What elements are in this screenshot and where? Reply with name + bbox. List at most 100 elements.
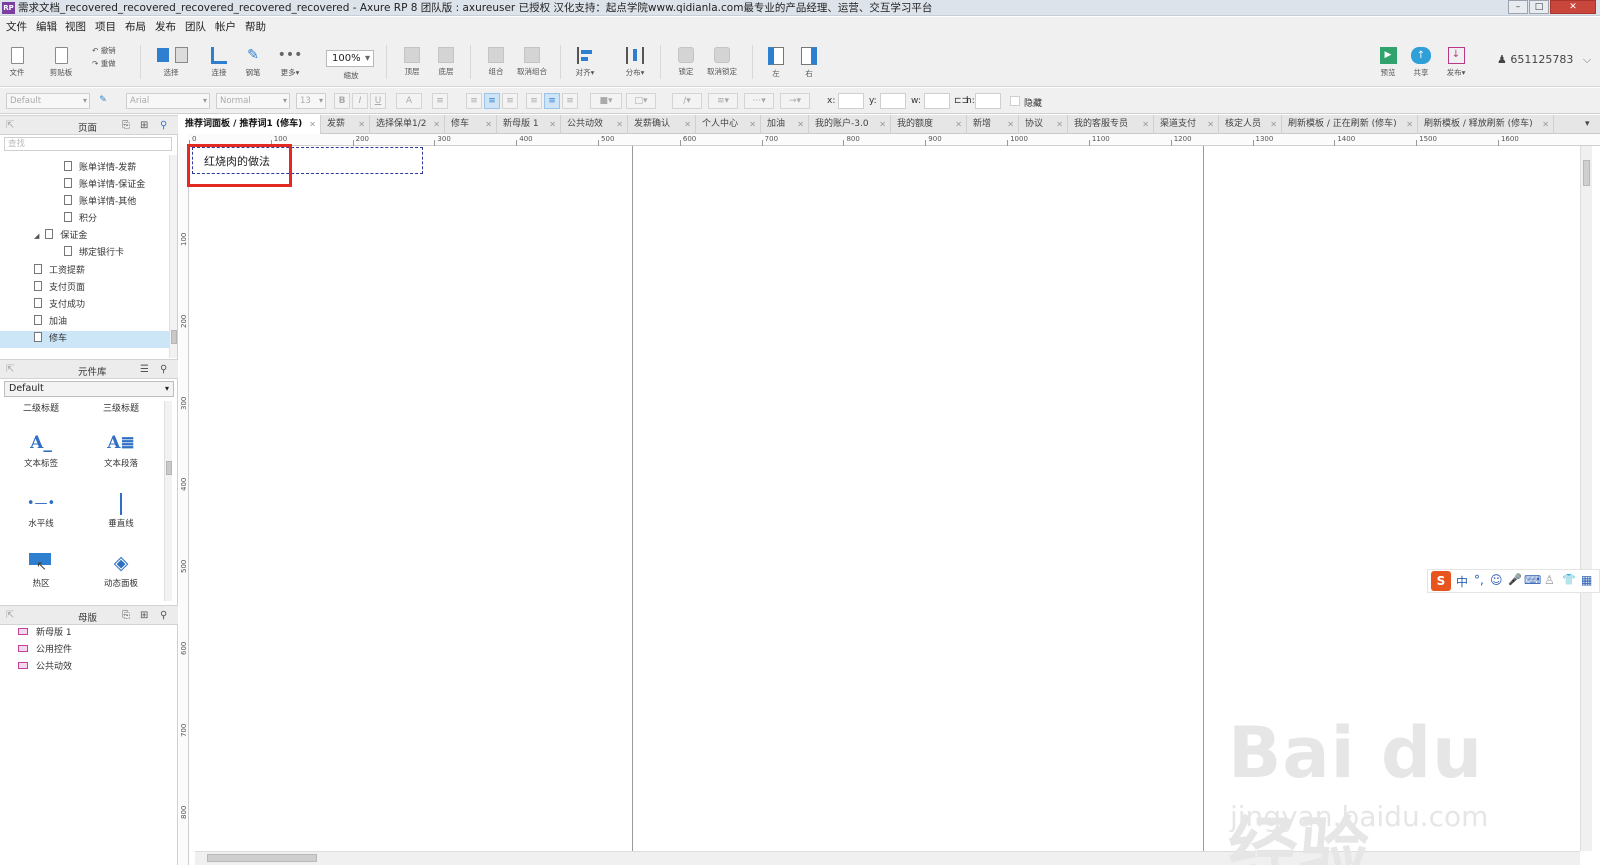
align-center-text-icon[interactable]: ≡ [484,93,500,109]
shirt-icon[interactable]: 👕 [1562,573,1576,586]
font-select[interactable]: Arial [126,93,210,109]
close-icon[interactable]: ✕ [1542,115,1549,134]
close-icon[interactable]: ✕ [1007,115,1014,134]
library-scrollbar[interactable] [164,401,172,601]
tab[interactable]: 公共动效 ✕ [561,115,628,134]
left-panel-toggle[interactable]: 左 [766,47,786,79]
maximize-button[interactable]: □ [1529,0,1549,14]
close-icon[interactable]: ✕ [1142,115,1149,134]
widget-hotspot[interactable]: ↖ 热区 [6,551,76,589]
widget-text-label[interactable]: A_ 文本标签 [6,433,76,469]
lock-button[interactable]: 锁定 [674,47,698,77]
valign-top-icon[interactable]: ≡ [526,93,542,109]
list-bullet-icon[interactable]: ≡ [432,93,448,109]
minimize-button[interactable]: – [1508,0,1528,14]
publish-button[interactable]: ↓ 发布▾ [1442,47,1470,78]
grid-icon[interactable]: ▦ [1581,573,1592,587]
arrow-style-icon[interactable]: →▾ [780,93,810,109]
font-color-button[interactable]: A [396,93,422,109]
style-select[interactable]: Default [6,93,90,109]
search-icon[interactable]: ⚲ [160,120,167,131]
tab[interactable]: 修车 ✕ [445,115,497,134]
menu-help[interactable]: 帮助 [245,21,266,33]
page-item-selected[interactable]: 修车 [34,331,67,348]
group-button[interactable]: 组合 [484,47,508,77]
tab[interactable]: 个人中心 ✕ [696,115,761,134]
underline-button[interactable]: U [370,93,386,109]
close-icon[interactable]: ✕ [797,115,804,134]
preview-button[interactable]: ▶ 预览 [1376,47,1400,78]
valign-middle-icon[interactable]: ≡ [544,93,560,109]
close-icon[interactable]: ✕ [433,115,440,134]
page-item[interactable]: 工资提薪 [34,263,85,280]
ime-punct-icon[interactable]: °, [1474,573,1484,587]
collapse-icon[interactable]: ⇱ [6,610,14,621]
y-input[interactable] [880,93,906,109]
widget-vertical-line[interactable]: 垂直线 [86,493,156,529]
user-account[interactable]: ♟ 651125783 ⌵ [1497,53,1591,67]
library-select[interactable]: Default ▾ [4,381,174,397]
tab[interactable]: 我的账户-3.0 ✕ [809,115,891,134]
tab-recommend-panel[interactable]: 推荐词面板 / 推荐词1 (修车) ✕ [179,115,321,134]
close-icon[interactable]: ✕ [1270,115,1277,134]
x-input[interactable] [838,93,864,109]
sogou-logo-icon[interactable]: S [1431,571,1451,591]
tab[interactable]: 协议 ✕ [1019,115,1068,134]
add-master-icon[interactable]: ⎘ [122,610,130,621]
pages-scrollbar[interactable] [169,155,177,358]
canvas-vertical-scrollbar[interactable] [1580,146,1592,851]
more-button[interactable]: ••• 更多▾ [276,47,304,78]
page-folder-item[interactable]: ◢ 保证金 [34,228,87,245]
scroll-thumb[interactable] [1583,160,1590,186]
close-icon[interactable]: ✕ [879,115,886,134]
close-icon[interactable]: ✕ [749,115,756,134]
close-icon[interactable]: ✕ [309,115,316,134]
bring-to-top-button[interactable]: 顶层 [400,47,424,77]
zoom-select[interactable]: 100% ▾ [326,50,374,67]
close-icon[interactable]: ✕ [684,115,691,134]
scroll-thumb[interactable] [166,461,172,475]
line-width-icon[interactable]: ≡▾ [708,93,738,109]
page-item[interactable]: 账单详情-其他 [64,194,136,211]
undo-button[interactable]: ↶ 撤销 [92,45,126,56]
ungroup-button[interactable]: 取消组合 [514,47,550,77]
menu-view[interactable]: 视图 [65,21,86,33]
page-item[interactable]: 账单详情-保证金 [64,177,145,194]
w-input[interactable] [924,93,950,109]
master-item[interactable]: 公共动效 [18,659,72,676]
bold-button[interactable]: B [334,93,350,109]
italic-button[interactable]: I [352,93,368,109]
smile-icon[interactable]: ☺ [1490,573,1503,587]
add-folder-icon[interactable]: ⊞ [140,610,148,621]
master-item[interactable]: 公用控件 [18,642,72,659]
tab[interactable]: 选择保单1/2 ✕ [370,115,445,134]
menu-icon[interactable]: ☰ [140,364,149,375]
master-item[interactable]: 新母版 1 [18,625,72,642]
page-item[interactable]: 账单详情-发薪 [64,160,136,177]
font-size-select[interactable]: 13 [296,93,326,109]
expand-arrow-icon[interactable]: ◢ [34,232,39,240]
widget-dynamic-panel[interactable]: ◈ 动态面板 [86,551,156,589]
right-panel-toggle[interactable]: 右 [799,47,819,79]
pen-button[interactable]: ✎ 钢笔 [242,47,264,78]
tab[interactable]: 新母版 1 ✕ [497,115,561,134]
send-to-bottom-button[interactable]: 底层 [434,47,458,77]
tab[interactable]: 刷新模板 / 正在刷新 (修车) ✕ [1282,115,1418,134]
weight-select[interactable]: Normal [216,93,290,109]
fill-color-icon[interactable]: ■▾ [590,93,622,109]
align-button[interactable]: 对齐▾ [572,47,598,78]
tab[interactable]: 渠道支付 ✕ [1154,115,1219,134]
add-folder-icon[interactable]: ⊞ [140,120,148,131]
page-item[interactable]: 加油 [34,314,67,331]
scroll-thumb[interactable] [207,854,317,862]
align-right-text-icon[interactable]: ≡ [502,93,518,109]
clipboard-button[interactable]: 剪贴板 [46,47,76,78]
page-item[interactable]: 支付成功 [34,297,85,314]
unlock-button[interactable]: 取消锁定 [704,47,740,77]
tab[interactable]: 发薪确认 ✕ [628,115,696,134]
search-icon[interactable]: ⚲ [160,364,167,375]
line-color-icon[interactable]: ∕▾ [672,93,702,109]
close-icon[interactable]: ✕ [1207,115,1214,134]
scroll-thumb[interactable] [171,330,177,344]
close-icon[interactable]: ✕ [955,115,962,134]
